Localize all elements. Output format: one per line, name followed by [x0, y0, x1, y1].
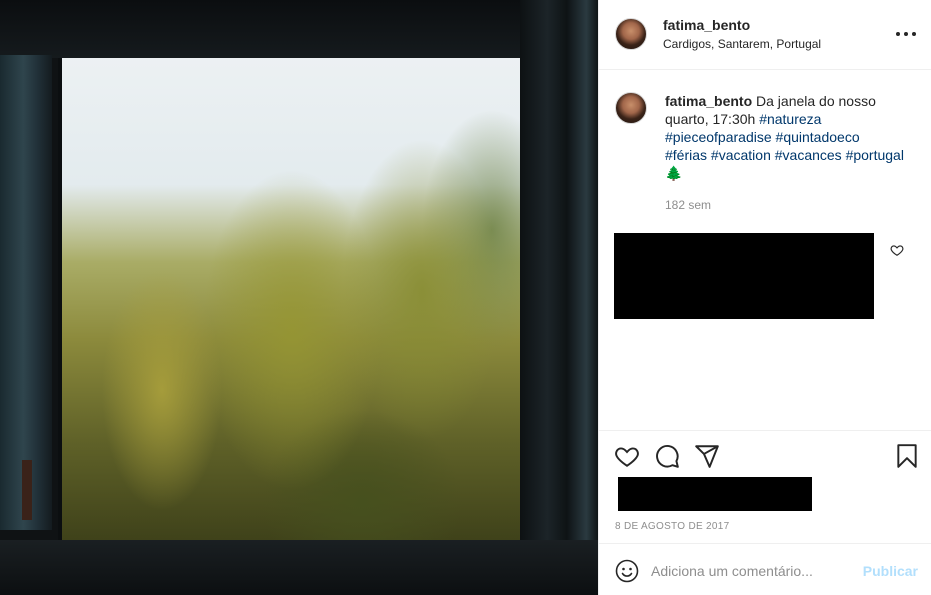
post-actions: 8 DE AGOSTO DE 2017 — [599, 430, 931, 543]
comment-input[interactable] — [651, 556, 851, 586]
more-options-icon[interactable] — [896, 24, 916, 44]
hashtag-link[interactable]: #férias — [665, 147, 707, 163]
caption-username[interactable]: fatima_bento — [665, 93, 752, 109]
caption-time[interactable]: 182 sem — [665, 198, 711, 212]
photo-window-frame-left — [0, 55, 52, 530]
photo-window-frame-right — [520, 0, 598, 595]
caption-text: fatima_bento Da janela do nosso quarto, … — [665, 92, 905, 182]
photo-window-frame-bottom — [0, 540, 598, 595]
tree-emoji: 🌲 — [665, 165, 683, 181]
heart-icon[interactable] — [614, 443, 640, 469]
hashtag-link[interactable]: #vacances — [775, 147, 842, 163]
post-date[interactable]: 8 DE AGOSTO DE 2017 — [615, 521, 729, 532]
comment-heart-icon[interactable] — [890, 243, 904, 257]
hashtag-link[interactable]: #vacation — [711, 147, 771, 163]
post-caption: fatima_bento Da janela do nosso quarto, … — [599, 70, 931, 220]
header-location[interactable]: Cardigos, Santarem, Portugal — [663, 37, 821, 51]
comment-bubble-icon[interactable] — [654, 443, 680, 469]
header-username[interactable]: fatima_bento — [663, 17, 750, 33]
bookmark-icon[interactable] — [894, 443, 920, 469]
redacted-likes — [618, 477, 812, 511]
avatar[interactable] — [615, 18, 647, 50]
hashtag-link[interactable]: #pieceofparadise — [665, 129, 772, 145]
hashtag-link[interactable]: #portugal — [846, 147, 904, 163]
photo-window-view — [58, 30, 528, 546]
post-sidebar: fatima_bento Cardigos, Santarem, Portuga… — [598, 0, 931, 595]
post-header: fatima_bento Cardigos, Santarem, Portuga… — [599, 0, 931, 70]
hashtag-link[interactable]: #natureza — [759, 111, 821, 127]
redacted-comment — [614, 233, 874, 319]
post-photo[interactable] — [0, 0, 598, 595]
publish-button[interactable]: Publicar — [863, 563, 918, 579]
paper-plane-icon[interactable] — [694, 443, 720, 469]
hashtag-link[interactable]: #quintadoeco — [776, 129, 860, 145]
photo-window-frame-top — [0, 0, 598, 58]
comment-box: Publicar — [599, 543, 931, 595]
caption-avatar[interactable] — [615, 92, 647, 124]
smiley-icon[interactable] — [615, 559, 639, 583]
